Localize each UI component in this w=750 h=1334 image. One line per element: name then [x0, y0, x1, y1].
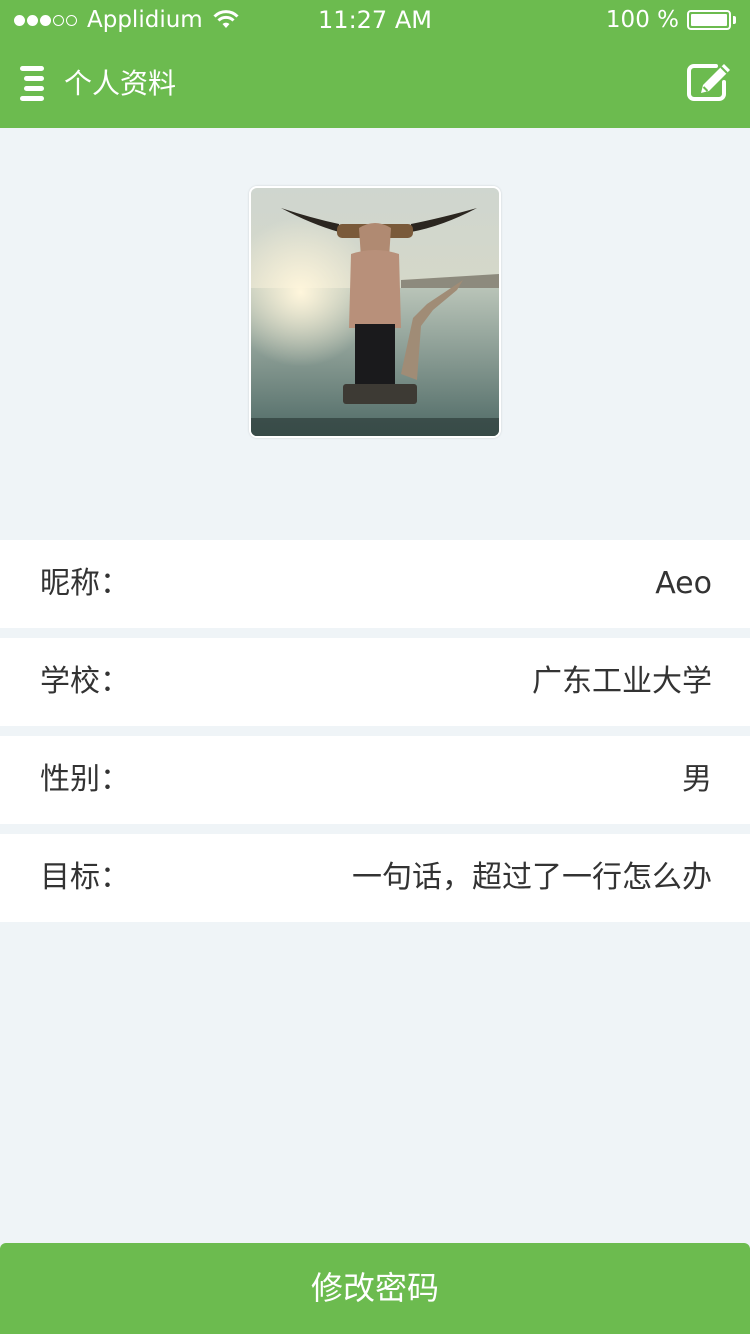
edit-icon[interactable] [686, 62, 732, 102]
status-bar: Applidium 11:27 AM 100 % [0, 0, 750, 40]
avatar-section [0, 128, 750, 540]
nickname-value: Aeo [655, 566, 712, 601]
gender-value: 男 [682, 762, 712, 797]
nickname-row[interactable]: 昵称： Aeo [0, 540, 750, 628]
battery-tip [733, 16, 736, 24]
profile-screen: Applidium 11:27 AM 100 % 个人资料 昵称： Aeo 学校… [0, 0, 750, 1334]
gender-row[interactable]: 性别： 男 [0, 736, 750, 824]
goal-row[interactable]: 目标： 一句话，超过了一行怎么办 [0, 834, 750, 922]
menu-icon[interactable] [20, 66, 48, 102]
school-row[interactable]: 学校： 广东工业大学 [0, 638, 750, 726]
change-password-button[interactable]: 修改密码 [0, 1243, 750, 1334]
goal-value: 一句话，超过了一行怎么办 [352, 860, 712, 895]
battery-fill [691, 14, 727, 26]
goal-label: 目标： [40, 860, 130, 895]
page-title: 个人资料 [64, 67, 177, 100]
nav-bar: 个人资料 [0, 40, 750, 128]
school-value: 广东工业大学 [532, 664, 712, 699]
battery-status: 100 % [606, 0, 736, 40]
battery-icon [687, 10, 731, 30]
school-label: 学校： [40, 664, 130, 699]
avatar-photo [251, 188, 499, 436]
profile-list: 昵称： Aeo 学校： 广东工业大学 性别： 男 目标： 一句话，超过了一行怎么… [0, 540, 750, 932]
avatar[interactable] [249, 186, 501, 438]
header: Applidium 11:27 AM 100 % 个人资料 [0, 0, 750, 128]
nickname-label: 昵称： [40, 566, 130, 601]
battery-percent: 100 % [605, 7, 679, 33]
gender-label: 性别： [40, 762, 130, 797]
